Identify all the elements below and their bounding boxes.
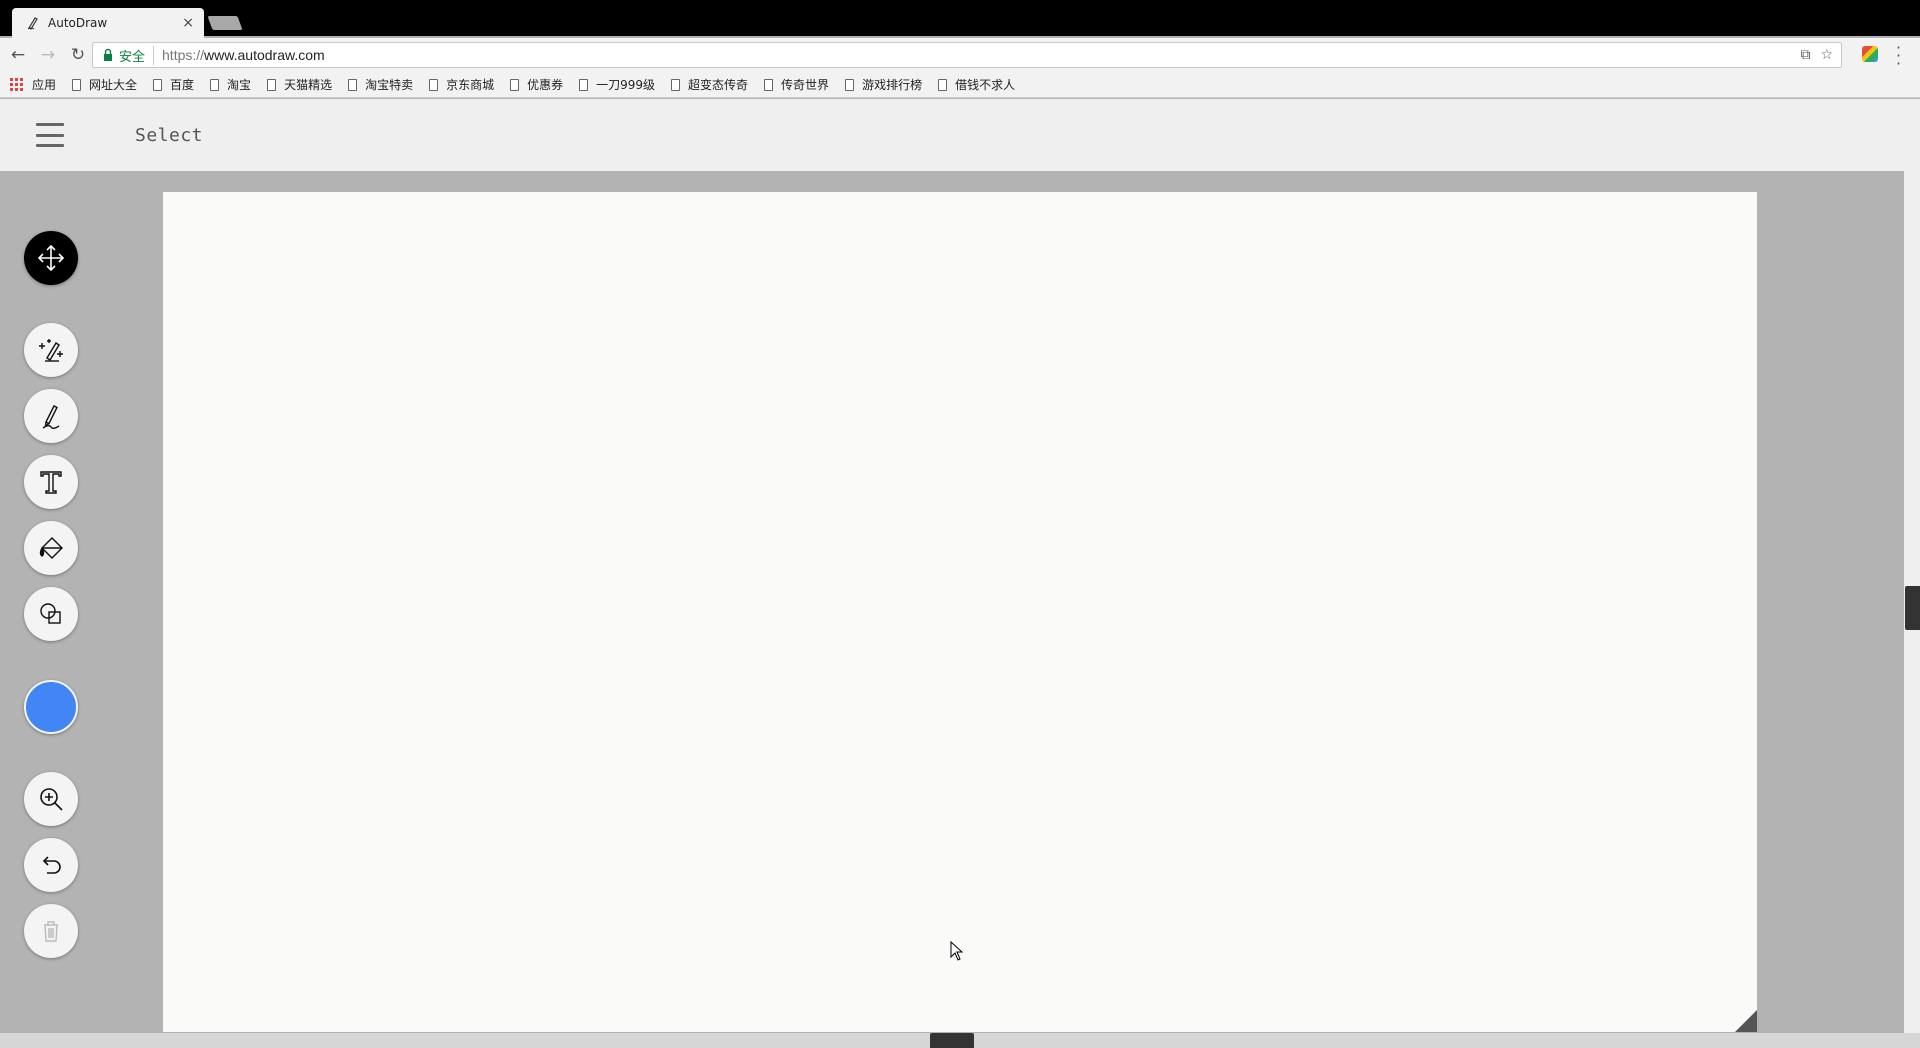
canvas-resize-handle[interactable] [1735,1010,1757,1032]
bottom-panel-toggle[interactable] [930,1033,974,1048]
browser-tab[interactable]: AutoDraw × [12,8,204,38]
workspace [0,171,1920,1048]
shapes-icon [40,603,61,624]
page-icon [579,78,589,91]
undo-tool-button[interactable] [24,838,78,892]
bookmark-item[interactable]: 游戏排行榜 [845,76,922,93]
back-arrow-icon[interactable]: ← [6,43,30,67]
bookmark-star-icon[interactable]: ☆ [1820,47,1833,63]
bookmark-item[interactable]: 优惠券 [510,76,563,93]
bookmark-item[interactable]: 百度 [153,76,194,93]
bookmark-item[interactable]: 天猫精选 [267,76,332,93]
page-icon [938,78,948,91]
lock-icon [104,48,112,61]
autodraw-favicon-icon [27,17,38,30]
bookmark-item[interactable]: 网址大全 [72,76,137,93]
draw-tool-button[interactable] [24,389,78,443]
mode-label: Select [135,125,204,146]
url-text: https://www.autodraw.com [162,47,325,63]
bookmark-item[interactable]: 超变态传奇 [671,76,748,93]
bookmark-label: 应用 [32,78,57,92]
bookmark-label: 一刀999级 [596,78,656,92]
bookmark-label: 超变态传奇 [688,78,749,92]
bookmark-label: 百度 [170,78,195,92]
browser-tab-bar: AutoDraw × [0,0,1920,38]
omnibox-icons: ⧉ ☆ [1800,47,1833,63]
secure-label: 安全 [119,45,155,65]
bookmark-label: 游戏排行榜 [862,78,923,92]
drawing-canvas[interactable] [163,192,1757,1032]
url-host: www.autodraw.com [204,47,325,63]
extension-icon[interactable] [1862,46,1878,62]
bookmark-item[interactable]: 传奇世界 [764,76,829,93]
mouse-cursor-icon [950,941,964,961]
page-icon [510,78,520,91]
page-icon [210,78,220,91]
bookmark-item[interactable]: 借钱不求人 [938,76,1015,93]
page-icon [429,78,439,91]
paint-bucket-icon [39,537,63,559]
bookmark-item[interactable]: 京东商城 [429,76,494,93]
bookmark-label: 淘宝特卖 [365,78,414,92]
bookmark-label: 京东商城 [446,78,495,92]
trash-icon [44,921,58,942]
zoom-tool-button[interactable] [24,772,78,826]
forward-arrow-icon[interactable]: → [36,43,60,67]
new-tab-button[interactable] [207,16,243,30]
type-tool-button[interactable] [24,455,78,509]
bookmarks-bar: 应用 网址大全 百度 淘宝 天猫精选 淘宝特卖 京东商城 优惠券 一刀999级 … [0,72,1920,98]
tab-title: AutoDraw [48,16,108,30]
browser-menu-icon[interactable]: · · · [1896,40,1901,72]
app-header: Select [0,99,1920,171]
bookmark-apps[interactable]: 应用 [10,76,56,93]
hamburger-menu-icon[interactable] [36,123,64,147]
page-icon [764,78,774,91]
page-icon [267,78,277,91]
right-panel-toggle[interactable] [1905,586,1920,630]
delete-tool-button[interactable] [24,904,78,958]
shape-tool-button[interactable] [24,587,78,641]
bookmark-label: 网址大全 [89,78,138,92]
bookmark-item[interactable]: 一刀999级 [579,76,655,93]
bookmark-label: 传奇世界 [781,78,830,92]
bookmark-label: 借钱不求人 [955,78,1016,92]
text-icon [40,471,62,494]
sparkle-pencil-icon [39,339,63,362]
bookmark-label: 天猫精选 [284,78,333,92]
page-icon [153,78,163,91]
url-scheme: https:// [162,47,205,63]
autodraw-tool-button[interactable] [24,323,78,377]
bookmark-item[interactable]: 淘宝 [210,76,251,93]
page-icon [348,78,358,91]
tab-close-icon[interactable]: × [182,15,194,31]
reload-icon[interactable]: ↻ [66,43,90,67]
page-icon [72,78,82,91]
move-arrows-icon [37,244,65,272]
page-icon [671,78,681,91]
undo-icon [42,856,61,874]
page-icon [845,78,855,91]
fill-tool-button[interactable] [24,521,78,575]
browser-toolbar: ← → ↻ 安全 https://www.autodraw.com ⧉ ☆ [0,38,1920,72]
translate-icon[interactable]: ⧉ [1800,47,1810,63]
bookmark-label: 淘宝 [227,78,252,92]
bookmark-item[interactable]: 淘宝特卖 [348,76,413,93]
bookmark-label: 优惠券 [527,78,564,92]
apps-grid-icon [10,77,24,92]
color-picker-swatch[interactable] [24,680,78,734]
pencil-icon [42,405,60,429]
zoom-in-icon [40,788,63,811]
select-tool-button[interactable] [24,231,78,285]
address-bar[interactable]: 安全 https://www.autodraw.com ⧉ ☆ [92,42,1842,68]
